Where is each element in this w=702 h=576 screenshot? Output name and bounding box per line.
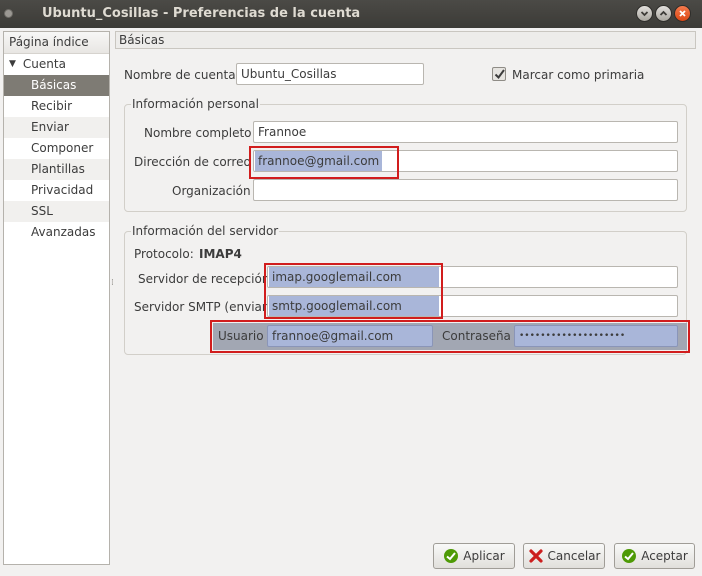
incoming-server-label: Servidor de recepción [138,272,270,286]
cancel-label: Cancelar [547,549,601,563]
window-title: Ubuntu_Cosillas - Preferencias de la cue… [42,6,361,21]
email-label: Dirección de correo [134,155,251,169]
protocol-value: IMAP4 [199,247,242,261]
personal-info-title: Información personal [131,97,260,111]
email-annotation-box [249,146,399,179]
minimize-button[interactable] [636,5,653,22]
sidebar-parent-label: Cuenta [22,57,66,71]
primary-checkbox[interactable] [492,67,506,81]
sidebar-item-privacidad[interactable]: Privacidad [4,180,109,201]
window-menu-icon[interactable] [4,9,13,18]
close-button[interactable] [674,5,691,22]
primary-checkbox-label: Marcar como primaria [512,68,645,82]
sidebar: Página índice ▼ Cuenta Básicas Recibir E… [3,31,110,565]
minimize-icon [640,11,649,17]
sidebar-item-recibir[interactable]: Recibir [4,96,109,117]
fullname-field[interactable]: Frannoe [253,121,678,143]
page-title: Básicas [115,31,696,49]
protocol-label: Protocolo: [134,247,194,261]
sidebar-header[interactable]: Página índice [4,32,109,54]
close-icon [679,10,686,17]
pane-splitter-handle[interactable]: ⁞ [111,278,114,288]
check-circle-icon [444,549,459,563]
sidebar-item-cuenta[interactable]: ▼ Cuenta [4,54,109,75]
sidebar-item-ssl[interactable]: SSL [4,201,109,222]
server-info-title: Información del servidor [131,224,280,238]
servers-annotation-box [264,263,443,319]
apply-button[interactable]: Aplicar [433,543,515,569]
apply-label: Aplicar [463,549,505,563]
expand-triangle-icon[interactable]: ▼ [9,54,16,75]
maximize-button[interactable] [655,5,672,22]
organization-field[interactable] [253,179,678,201]
sidebar-item-basicas[interactable]: Básicas [4,75,109,96]
sidebar-item-plantillas[interactable]: Plantillas [4,159,109,180]
maximize-icon [659,10,668,16]
account-name-field[interactable]: Ubuntu_Cosillas [236,63,424,85]
accept-label: Aceptar [641,549,688,563]
account-name-label: Nombre de cuenta [124,68,236,82]
accept-button[interactable]: Aceptar [614,543,695,569]
check-icon [494,69,505,80]
sidebar-item-enviar[interactable]: Enviar [4,117,109,138]
check-circle-icon [622,549,637,563]
cancel-button[interactable]: Cancelar [523,543,605,569]
sidebar-item-avanzadas[interactable]: Avanzadas [4,222,109,243]
title-bar: Ubuntu_Cosillas - Preferencias de la cue… [0,0,702,28]
smtp-server-label: Servidor SMTP (enviar) [134,300,272,314]
credentials-annotation-box [210,320,690,353]
cancel-x-icon [528,549,543,563]
fullname-label: Nombre completo [144,126,252,140]
organization-label: Organización [172,184,251,198]
sidebar-item-componer[interactable]: Componer [4,138,109,159]
